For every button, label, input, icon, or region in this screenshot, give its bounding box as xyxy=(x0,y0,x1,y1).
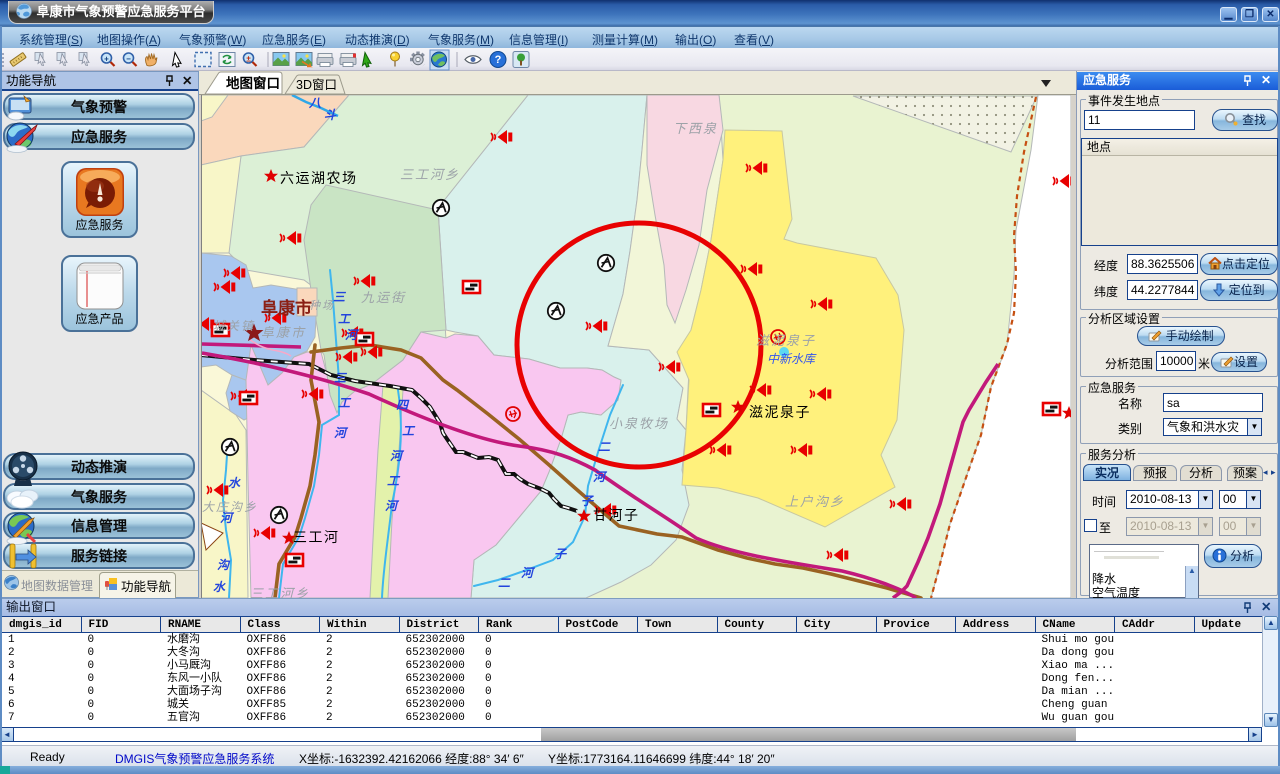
svg-text:滋泥泉子: 滋泥泉子 xyxy=(756,333,816,348)
svg-text:滋泥泉子: 滋泥泉子 xyxy=(749,404,811,420)
svg-text:三工河乡: 三工河乡 xyxy=(400,167,460,182)
svg-text:九运街: 九运街 xyxy=(361,290,406,305)
svg-text:沟: 沟 xyxy=(217,558,231,572)
svg-text:+: + xyxy=(104,54,109,63)
svg-text:八: 八 xyxy=(308,96,322,110)
svg-text:斗: 斗 xyxy=(324,108,337,122)
svg-text:三: 三 xyxy=(334,371,348,385)
svg-text:上户沟乡: 上户沟乡 xyxy=(785,494,845,509)
svg-text:工: 工 xyxy=(402,424,416,438)
svg-text:水: 水 xyxy=(228,476,241,490)
svg-text:工: 工 xyxy=(387,474,401,488)
svg-text:三工河: 三工河 xyxy=(293,529,340,545)
svg-text:三: 三 xyxy=(333,290,347,304)
svg-text:甘河子: 甘河子 xyxy=(593,507,640,523)
svg-text:−: − xyxy=(126,54,131,63)
svg-text:±: ± xyxy=(246,54,251,63)
svg-text:二: 二 xyxy=(598,440,611,454)
svg-text:水: 水 xyxy=(213,580,226,594)
svg-text:工: 工 xyxy=(338,396,352,410)
svg-text:?: ? xyxy=(495,54,502,66)
svg-text:二: 二 xyxy=(498,576,511,590)
svg-text:子: 子 xyxy=(581,494,595,508)
svg-text:子: 子 xyxy=(554,547,568,561)
svg-text:地图窗口: 地图窗口 xyxy=(226,75,280,91)
svg-text:三工河乡: 三工河乡 xyxy=(250,586,310,598)
svg-text:下西泉: 下西泉 xyxy=(673,121,718,136)
svg-text:阜康市: 阜康市 xyxy=(261,298,312,318)
svg-text:阜康市: 阜康市 xyxy=(261,325,306,340)
svg-text:城关镇: 城关镇 xyxy=(213,319,255,333)
svg-text:六运湖农场: 六运湖农场 xyxy=(280,170,358,186)
svg-text:种场: 种场 xyxy=(309,299,335,312)
svg-text:小泉牧场: 小泉牧场 xyxy=(609,416,669,431)
svg-text:工: 工 xyxy=(338,312,352,326)
svg-text:中新水库: 中新水库 xyxy=(767,352,817,366)
svg-text:3D窗口: 3D窗口 xyxy=(296,78,337,92)
svg-text:四: 四 xyxy=(396,398,410,412)
